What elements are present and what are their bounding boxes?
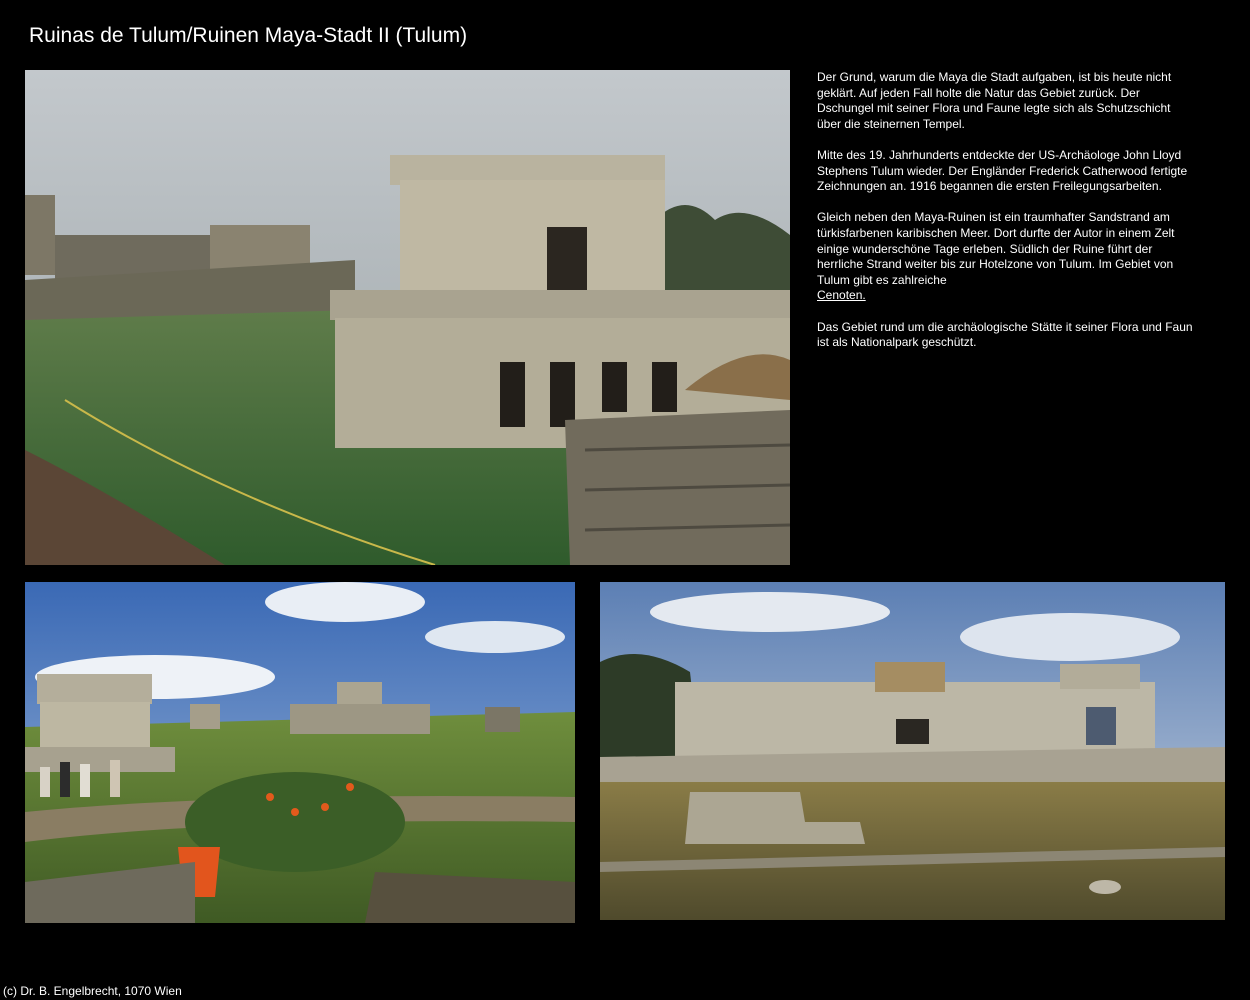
page-title: Ruinas de Tulum/Ruinen Maya-Stadt II (Tu… bbox=[29, 24, 468, 47]
paragraph-beach: Gleich neben den Maya-Ruinen ist ein tra… bbox=[817, 210, 1197, 304]
palace-ruin-photo[interactable] bbox=[600, 582, 1225, 920]
copyright-footer: (c) Dr. B. Engelbrecht, 1070 Wien bbox=[3, 984, 182, 998]
temple-ruin-photo[interactable] bbox=[25, 70, 790, 565]
paragraph-nationalpark: Das Gebiet rund um die archäologische St… bbox=[817, 319, 1193, 350]
paragraph-rediscovery: Mitte des 19. Jahrhunderts entdeckte der… bbox=[817, 147, 1188, 194]
cenoten-link[interactable]: Cenoten. bbox=[817, 288, 866, 302]
description-text: Der Grund, warum die Maya die Stadt aufg… bbox=[817, 70, 1197, 366]
paragraph-beach-text: Gleich neben den Maya-Ruinen ist ein tra… bbox=[817, 210, 1175, 287]
ruins-overview-photo[interactable] bbox=[25, 582, 575, 923]
paragraph-abandonment: Der Grund, warum die Maya die Stadt aufg… bbox=[817, 70, 1172, 131]
